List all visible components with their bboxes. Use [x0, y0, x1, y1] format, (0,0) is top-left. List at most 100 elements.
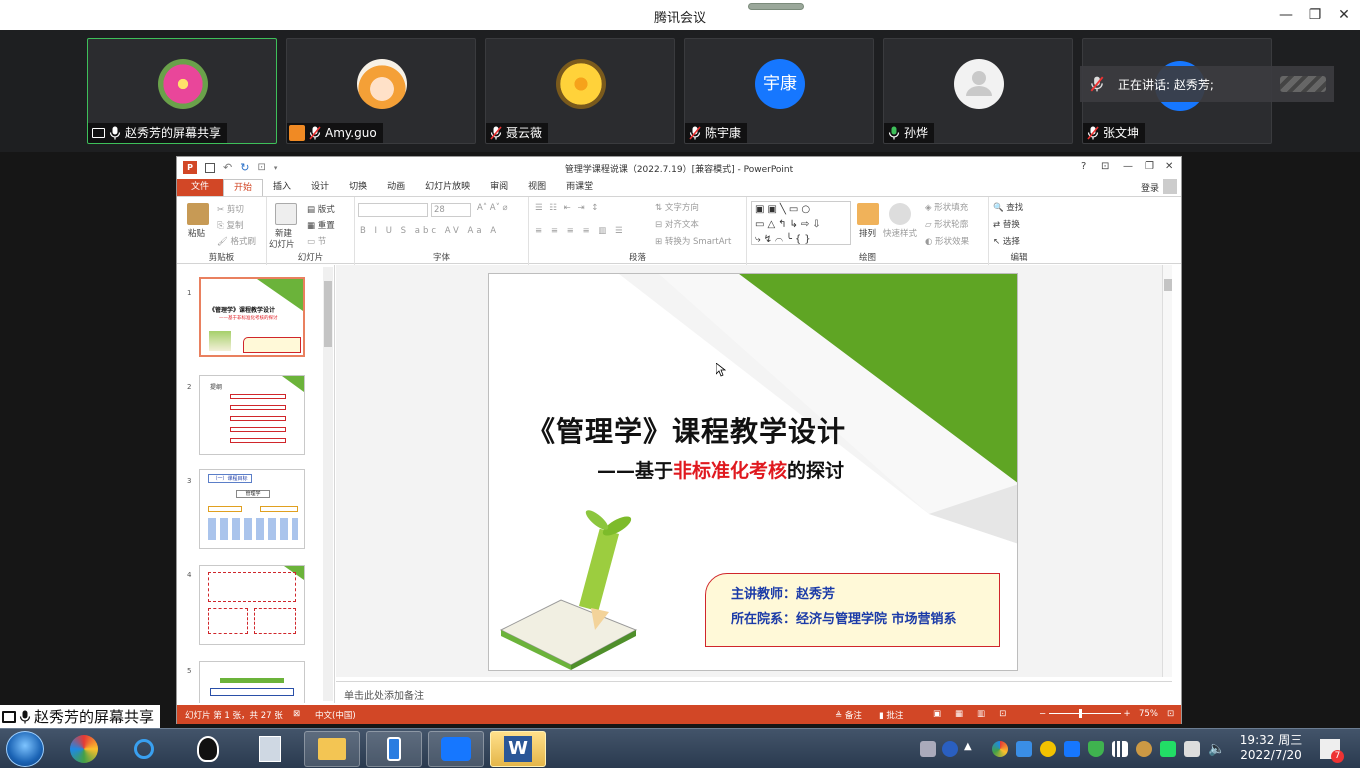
user-avatar-icon[interactable] — [1163, 179, 1177, 194]
network-signal-indicator[interactable] — [748, 3, 804, 10]
tab-file[interactable]: 文件 — [177, 179, 224, 196]
tab-design[interactable]: 设计 — [301, 179, 339, 196]
font-style-buttons[interactable]: B I U S abc AV Aa A — [360, 226, 499, 236]
new-slide-icon[interactable] — [275, 203, 297, 225]
slide-thumbnail[interactable]: 《管理学》课程教学设计 ——基于非标准化考核的探讨 — [199, 277, 305, 357]
slide-thumbnail[interactable]: 提纲 — [199, 375, 305, 455]
font-size-buttons[interactable]: A˄ A˅ ⌀ — [477, 203, 508, 213]
tab-slideshow[interactable]: 幻灯片放映 — [415, 179, 480, 196]
copy-button[interactable]: ⎘ 复制 — [217, 219, 244, 231]
arrange-icon[interactable] — [857, 203, 879, 225]
replace-button[interactable]: ⇄ 替换 — [993, 218, 1020, 230]
thumbnail-scrollbar[interactable] — [323, 267, 333, 701]
tab-animations[interactable]: 动画 — [377, 179, 415, 196]
minimize-icon[interactable]: — — [1123, 161, 1133, 172]
reset-button[interactable]: ▦ 重置 — [307, 219, 335, 231]
tab-home[interactable]: 开始 — [223, 179, 264, 196]
format-painter-button[interactable]: 🖌 格式刷 — [217, 235, 256, 247]
spellcheck-icon[interactable]: ⊠ — [293, 709, 300, 719]
canvas-scrollbar[interactable] — [1162, 265, 1172, 677]
login-link[interactable]: 登录 — [1141, 181, 1159, 194]
comments-toggle[interactable]: ▮ 批注 — [879, 709, 903, 721]
clipboard-tray-icon[interactable] — [1184, 741, 1200, 757]
notification-badge[interactable]: 7 — [1320, 739, 1344, 763]
zoom-level[interactable]: 75% — [1139, 709, 1158, 719]
network-icon[interactable] — [1112, 741, 1128, 757]
help-icon[interactable] — [942, 741, 958, 757]
participant-tile[interactable]: 孙烨 — [883, 38, 1073, 144]
tab-insert[interactable]: 插入 — [263, 179, 301, 196]
tab-rain-classroom[interactable]: 雨课堂 — [556, 179, 603, 196]
shapes-gallery[interactable]: ▣▣╲▭○ ▭△↰↳⇨⇩ ⤷↯⌒╰{} — [751, 201, 851, 245]
language-indicator[interactable]: 中文(中国) — [315, 709, 356, 721]
minimize-button[interactable]: — — [1276, 5, 1296, 25]
shape-fill-button[interactable]: ◈ 形状填充 — [925, 201, 968, 213]
start-button[interactable] — [6, 731, 44, 767]
participant-tile[interactable]: 赵秀芳的屏幕共享 — [87, 38, 277, 144]
help-icon[interactable]: ? — [1081, 161, 1086, 172]
participant-tile[interactable]: Amy.guo — [286, 38, 476, 144]
view-buttons[interactable]: ▣▦▥⊡ — [933, 709, 1020, 719]
file-explorer-icon[interactable] — [304, 731, 360, 767]
slide-editing-canvas[interactable]: 《管理学》课程教学设计 ——基于非标准化考核的探讨 主讲教师：赵秀芳 所在院系：… — [336, 265, 1172, 677]
cut-button[interactable]: ✂ 剪切 — [217, 203, 244, 215]
paste-button[interactable]: 粘贴 — [188, 227, 205, 239]
notes-toggle[interactable]: ≜ 备注 — [835, 709, 862, 721]
shield-icon[interactable] — [1088, 741, 1104, 757]
meeting-tray-icon[interactable] — [1064, 741, 1080, 757]
fit-to-window-icon[interactable]: ⊡ — [1167, 709, 1174, 719]
current-slide[interactable]: 《管理学》课程教学设计 ——基于非标准化考核的探讨 主讲教师：赵秀芳 所在院系：… — [488, 273, 1018, 671]
slide-title[interactable]: 《管理学》课程教学设计 — [527, 410, 846, 450]
volume-icon[interactable]: 🔈 — [1208, 741, 1225, 757]
update-icon[interactable] — [1160, 741, 1176, 757]
tray-expand-icon[interactable]: ▲ — [964, 741, 980, 757]
section-button[interactable]: ▭ 节 — [307, 235, 326, 247]
restore-icon[interactable]: ❐ — [1145, 161, 1154, 172]
tencent-meeting-icon[interactable] — [428, 731, 484, 767]
close-button[interactable]: ✕ — [1334, 5, 1354, 25]
list-buttons[interactable]: ☰ ☷ ⇤ ⇥ ↕ — [535, 203, 600, 213]
arrange-button[interactable]: 排列 — [859, 227, 876, 239]
find-button[interactable]: 🔍 查找 — [993, 201, 1023, 213]
text-direction-button[interactable]: ⇅ 文字方向 — [655, 201, 699, 213]
picture-app-icon[interactable] — [56, 731, 112, 767]
phone-app-icon[interactable] — [366, 731, 422, 767]
zoom-slider[interactable]: − + — [1039, 709, 1131, 719]
tab-view[interactable]: 视图 — [518, 179, 556, 196]
paste-icon[interactable] — [187, 203, 209, 225]
align-text-button[interactable]: ⊟ 对齐文本 — [655, 218, 699, 230]
tab-review[interactable]: 审阅 — [480, 179, 518, 196]
color-picker-icon[interactable] — [992, 741, 1008, 757]
slide-thumbnail[interactable] — [199, 661, 305, 703]
close-icon[interactable]: ✕ — [1165, 161, 1173, 172]
font-size-combobox[interactable]: 28 — [431, 203, 471, 217]
system-clock[interactable]: 19:32 周三 2022/7/20 — [1236, 733, 1306, 763]
participant-tile[interactable]: 宇康 陈宇康 — [684, 38, 874, 144]
calculator-icon[interactable] — [242, 731, 298, 767]
select-button[interactable]: ↖ 选择 — [993, 235, 1020, 247]
slide-thumbnail[interactable]: （一）课程目标 管理学 — [199, 469, 305, 549]
smartart-button[interactable]: ⊞ 转换为 SmartArt — [655, 235, 731, 247]
shape-outline-button[interactable]: ▱ 形状轮廓 — [925, 218, 968, 230]
slide-subtitle[interactable]: ——基于非标准化考核的探讨 — [597, 456, 844, 483]
align-buttons[interactable]: ≡ ≡ ≡ ≡ ▥ ☰ — [535, 226, 626, 236]
ribbon-display-icon[interactable]: ⊡ — [1101, 161, 1109, 172]
tab-transitions[interactable]: 切换 — [339, 179, 377, 196]
browser-icon[interactable] — [1016, 741, 1032, 757]
layout-button[interactable]: ▤ 版式 — [307, 203, 335, 215]
shape-effects-button[interactable]: ◐ 形状效果 — [925, 235, 969, 247]
presenter-info-box[interactable]: 主讲教师：赵秀芳 所在院系：经济与管理学院 市场营销系 — [705, 573, 1000, 647]
word-icon[interactable]: W — [490, 731, 546, 767]
security-icon[interactable] — [1040, 741, 1056, 757]
keyboard-icon[interactable] — [920, 741, 936, 757]
participant-tile[interactable]: 聂云薇 — [485, 38, 675, 144]
restore-button[interactable]: ❐ — [1305, 5, 1325, 25]
font-name-combobox[interactable] — [358, 203, 428, 217]
search-icon[interactable] — [116, 731, 172, 767]
slide-thumbnail[interactable] — [199, 565, 305, 645]
quick-styles-button[interactable]: 快速样式 — [883, 227, 917, 239]
notes-pane[interactable]: 单击此处添加备注 — [336, 681, 1172, 703]
quick-styles-icon[interactable] — [889, 203, 911, 225]
qq-tray-icon[interactable] — [1136, 741, 1152, 757]
qq-icon[interactable] — [180, 731, 236, 767]
